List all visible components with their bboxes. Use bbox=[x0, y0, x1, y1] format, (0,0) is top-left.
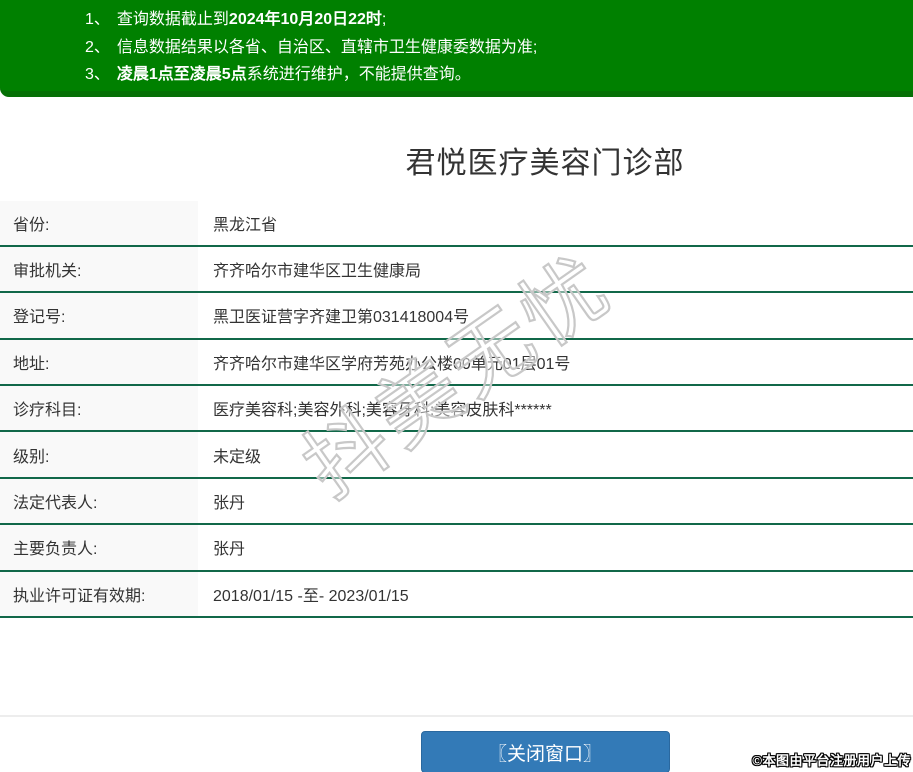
row-value: 2018/01/15 -至- 2023/01/15 bbox=[213, 587, 409, 605]
table-row-province: 省份: 黑龙江省 bbox=[0, 200, 913, 247]
notice-text-bold: 2024年10月20日22时 bbox=[228, 11, 382, 28]
table-row-level: 级别: 未定级 bbox=[0, 432, 913, 479]
row-value: 张丹 bbox=[213, 495, 246, 513]
notice-line-1: 1、 查询数据截止到2024年10月20日22时; bbox=[85, 6, 913, 34]
row-label: 审批机关: bbox=[0, 246, 198, 292]
page-content: 1、 查询数据截止到2024年10月20日22时; 2、 信息数据结果以各省、自治区… bbox=[0, 0, 913, 772]
notice-text: 系统进行维护，不能提供查询。 bbox=[246, 66, 471, 83]
notice-text: 信息数据结果以各省、自治区、直辖市卫生健康委数据为准; bbox=[116, 38, 538, 56]
row-label: 法定代表人: bbox=[0, 478, 198, 524]
row-value: 齐齐哈尔市建华区卫生健康局 bbox=[213, 263, 422, 281]
close-window-button[interactable]: 〖关闭窗口〗 bbox=[420, 731, 670, 772]
row-value: 黑龙江省 bbox=[213, 216, 278, 234]
row-label: 登记号: bbox=[0, 293, 198, 338]
notice-text: ; bbox=[381, 11, 387, 28]
corner-credit-watermark: ©本图由平台注册用户上传 bbox=[752, 753, 911, 768]
notice-line-3: 3、 凌晨1点至凌晨5点系统进行维护，不能提供查询。 bbox=[85, 61, 913, 89]
table-row-main-person-in-charge: 主要负责人: 张丹 bbox=[0, 525, 913, 572]
notice-number: 3、 bbox=[85, 66, 110, 83]
row-label: 级别: bbox=[0, 432, 198, 477]
notice-number: 2、 bbox=[85, 38, 110, 56]
row-value: 医疗美容科;美容外科;美容牙科;美容皮肤科****** bbox=[213, 402, 552, 420]
notice-banner: 1、 查询数据截止到2024年10月20日22时; 2、 信息数据结果以各省、自治区… bbox=[0, 0, 913, 97]
page-viewport: 1、 查询数据截止到2024年10月20日22时; 2、 信息数据结果以各省、自治区… bbox=[0, 0, 913, 772]
table-row-registration-number: 登记号: 黑卫医证营字齐建卫第031418004号 bbox=[0, 293, 913, 340]
row-label: 执业许可证有效期: bbox=[0, 571, 198, 617]
row-value: 张丹 bbox=[213, 541, 246, 559]
row-value: 齐齐哈尔市建华区学府芳苑办公楼00单元01层01号 bbox=[213, 355, 571, 373]
notice-line-2: 2、 信息数据结果以各省、自治区、直辖市卫生健康委数据为准; bbox=[85, 34, 913, 62]
table-row-medical-subjects: 诊疗科目: 医疗美容科;美容外科;美容牙科;美容皮肤科****** bbox=[0, 386, 913, 433]
table-row-legal-representative: 法定代表人: 张丹 bbox=[0, 478, 913, 526]
table-row-address: 地址: 齐齐哈尔市建华区学府芳苑办公楼00单元01层01号 bbox=[0, 339, 913, 387]
row-value: 黑卫医证营字齐建卫第031418004号 bbox=[213, 309, 470, 327]
notice-text: 查询数据截止到 bbox=[116, 11, 229, 28]
row-label: 省份: bbox=[0, 200, 198, 245]
institution-info-table: 省份: 黑龙江省 审批机关: 齐齐哈尔市建华区卫生健康局 登记号: 黑卫医证营字… bbox=[0, 200, 913, 619]
table-row-approval-authority: 审批机关: 齐齐哈尔市建华区卫生健康局 bbox=[0, 246, 913, 294]
row-label: 诊疗科目: bbox=[0, 386, 198, 431]
row-value: 未定级 bbox=[213, 448, 262, 466]
row-label: 地址: bbox=[0, 339, 198, 385]
page-title: 君悦医疗美容门诊部 bbox=[405, 146, 685, 180]
table-row-license-validity: 执业许可证有效期: 2018/01/15 -至- 2023/01/15 bbox=[0, 571, 913, 619]
notice-text-bold: 凌晨1点至凌晨5点 bbox=[116, 66, 247, 83]
row-label: 主要负责人: bbox=[0, 525, 198, 570]
notice-number: 1、 bbox=[85, 11, 110, 28]
